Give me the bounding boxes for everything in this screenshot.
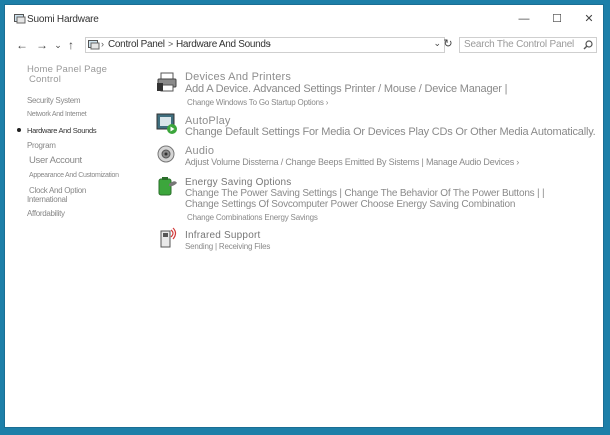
control-panel-window: Suomi Hardware — ☐ ✕ ← → ⌄ ↑ › Control P… [4, 4, 604, 428]
control-panel-icon [88, 40, 100, 50]
minimize-button[interactable]: — [512, 11, 536, 27]
search-placeholder: Search The Control Panel [464, 39, 575, 50]
sidebar-item-program[interactable]: Program [27, 141, 56, 150]
forward-button[interactable]: → [34, 37, 50, 53]
sidebar-item-hardware[interactable]: Hardware And Sounds [27, 126, 97, 135]
sidebar-item-affordability[interactable]: Affordability [27, 209, 65, 218]
audio-links[interactable]: Adjust Volume Dissterna / Change Beeps E… [185, 157, 519, 167]
category-infrared-support[interactable]: Infrared Support [185, 230, 260, 241]
infrared-icon[interactable] [156, 227, 178, 249]
breadcrumb-separator[interactable]: › [268, 39, 271, 49]
category-audio[interactable]: Audio [185, 145, 214, 157]
sidebar-item-clock[interactable]: Clock And Option [29, 186, 86, 195]
control-panel-icon [14, 14, 26, 24]
title-bar: Suomi Hardware — ☐ ✕ [5, 5, 603, 33]
back-button[interactable]: ← [14, 37, 30, 53]
breadcrumb-separator: > [168, 39, 174, 49]
refresh-button[interactable]: ↻ [441, 37, 455, 53]
printer-icon[interactable] [156, 71, 178, 93]
devices-links[interactable]: Add A Device. Advanced Settings Printer … [185, 83, 507, 95]
category-devices-and-printers[interactable]: Devices And Printers [185, 71, 291, 83]
sidebar-item-appearance[interactable]: Appearance And Customization [29, 172, 119, 179]
up-button[interactable]: ↑ [63, 37, 79, 53]
breadcrumb-separator: › [101, 39, 104, 49]
breadcrumb-control-panel[interactable]: Control Panel [108, 39, 165, 50]
speaker-icon[interactable] [156, 143, 178, 165]
windows-to-go-link[interactable]: Change Windows To Go Startup Options › [187, 98, 328, 107]
sidebar-item-international[interactable]: International [27, 195, 67, 204]
address-bar[interactable]: › Control Panel > Hardware And Sounds › … [85, 37, 445, 53]
sidebar-item-security[interactable]: Security System [27, 96, 81, 105]
current-page-bullet [17, 128, 21, 132]
maximize-button[interactable]: ☐ [545, 11, 569, 27]
window-title: Suomi Hardware [27, 14, 99, 25]
power-combinations-link[interactable]: Change Combinations Energy Savings [187, 213, 318, 222]
breadcrumb-hardware-and-sounds[interactable]: Hardware And Sounds [176, 39, 271, 50]
autoplay-icon[interactable] [156, 112, 178, 134]
address-dropdown-button[interactable]: ⌄ [433, 38, 441, 49]
navigation-bar: ← → ⌄ ↑ › Control Panel > Hardware And S… [5, 34, 603, 56]
search-box[interactable]: Search The Control Panel [459, 37, 597, 53]
search-icon[interactable] [583, 40, 593, 50]
battery-icon[interactable] [156, 175, 178, 197]
sidebar-item-network[interactable]: Network And Internet [27, 111, 87, 118]
sidebar-home-link-line2[interactable]: Control [29, 74, 61, 85]
sidebar-item-user-account[interactable]: User Account [29, 155, 82, 166]
autoplay-links[interactable]: Change Default Settings For Media Or Dev… [185, 126, 596, 138]
power-plan-links[interactable]: Change Settings Of Sovcomputer Power Cho… [185, 199, 515, 210]
close-button[interactable]: ✕ [577, 11, 601, 27]
category-energy-saving-options[interactable]: Energy Saving Options [185, 177, 291, 188]
power-settings-links[interactable]: Change The Power Saving Settings | Chang… [185, 188, 545, 199]
infrared-links[interactable]: Sending | Receiving Files [185, 242, 270, 251]
